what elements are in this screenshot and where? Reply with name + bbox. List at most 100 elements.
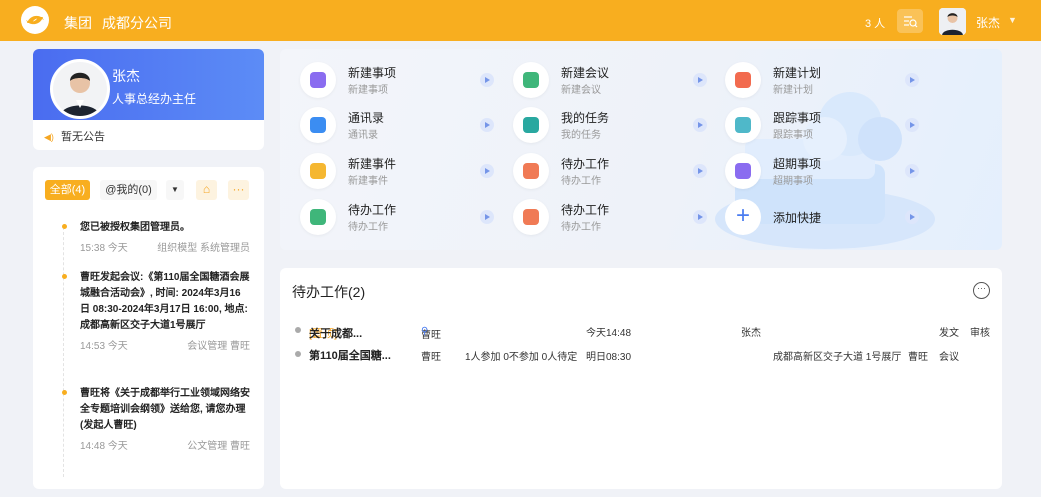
event-icon — [300, 153, 336, 189]
feed-item[interactable]: 曹旺发起会议:《第110届全国糖酒会展城融合活动会》, 时间: 2024年3月1… — [62, 270, 250, 352]
timeline-dot — [62, 274, 67, 279]
quick-item[interactable]: 新建计划 新建计划 — [725, 62, 925, 100]
quick-item[interactable]: 新建事项 新建事项 — [300, 62, 500, 100]
todo-row[interactable]: 第110届全国糖... 曹旺 1人参加 0不参加 0人待定 明日08:30 成都… — [280, 346, 1002, 363]
play-arrow-icon[interactable] — [905, 118, 919, 132]
quick-item[interactable]: 待办工作 待办工作 — [513, 199, 713, 237]
row-time: 今天14:48 — [586, 328, 632, 339]
feed-settings-button[interactable]: ⌂ — [196, 180, 217, 200]
icon-tile — [735, 117, 751, 133]
play-arrow-icon[interactable] — [905, 210, 919, 224]
timeline-line — [63, 227, 64, 477]
quick-item[interactable]: 待办工作 待办工作 — [513, 153, 713, 191]
play-arrow-icon[interactable] — [480, 210, 494, 224]
plus-icon: + — [725, 199, 761, 235]
play-arrow-icon[interactable] — [693, 73, 707, 87]
user-icon: ⚲ — [421, 326, 429, 337]
feed-item-source: 组织模型 系统管理员 — [157, 243, 250, 254]
quick-item[interactable]: 新建事件 新建事件 — [300, 153, 500, 191]
todo-icon — [513, 153, 549, 189]
todo-icon — [300, 199, 336, 235]
chevron-down-icon[interactable]: ▼ — [1008, 15, 1017, 25]
todo-panel: 待办工作(2) ··· [置顶] 关于成都... 曹旺 ⚲ 今天14:48 张杰… — [280, 268, 1002, 489]
quick-label: 通讯录 — [348, 111, 385, 125]
timeline-dot — [62, 390, 67, 395]
play-arrow-icon[interactable] — [480, 118, 494, 132]
user-avatar[interactable] — [939, 8, 966, 35]
row-location: 成都高新区交子大道 1号展厅 — [773, 352, 902, 363]
row-action: 审核 — [970, 328, 990, 339]
quick-item[interactable]: 我的任务 我的任务 — [513, 107, 713, 145]
play-arrow-icon[interactable] — [480, 73, 494, 87]
feed-item-source: 会议管理 曹旺 — [187, 341, 250, 352]
task-icon — [513, 107, 549, 143]
quick-sub: 待办工作 — [561, 222, 601, 233]
more-icon: ··· — [232, 182, 245, 196]
icon-tile — [523, 117, 539, 133]
announcement[interactable]: ◀) 暂无公告 — [44, 128, 105, 144]
icon-tile — [310, 163, 326, 179]
todo-row-title[interactable]: 第110届全国糖... — [309, 347, 391, 363]
add-shortcut-item[interactable]: + 添加快捷 — [725, 199, 925, 237]
quick-label: 新建事件 — [348, 157, 397, 171]
feed-item-time: 14:48 今天 — [80, 441, 128, 452]
row-type: 发文 — [939, 328, 959, 339]
quick-item[interactable]: 待办工作 待办工作 — [300, 199, 500, 237]
todo-title: 待办工作(2) — [292, 284, 366, 300]
quick-label: 待办工作 — [348, 203, 397, 217]
icon-tile — [735, 163, 751, 179]
brand-label[interactable]: 集团 — [64, 13, 92, 33]
play-arrow-icon[interactable] — [693, 164, 707, 178]
feed-item-time: 15:38 今天 — [80, 243, 128, 254]
play-arrow-icon[interactable] — [480, 164, 494, 178]
announcement-text: 暂无公告 — [60, 131, 105, 143]
row-time: 明日08:30 — [586, 352, 632, 363]
feed-item[interactable]: 您已被授权集团管理员。 15:38 今天 组织模型 系统管理员 — [62, 220, 250, 254]
feed-item-time: 14:53 今天 — [80, 341, 128, 352]
timeline-dot — [62, 224, 67, 229]
caret-down-icon: ▼ — [171, 185, 179, 194]
quick-actions-panel: 新建事项 新建事项 新建会议 新建会议 新建计划 新建计划 通讯录 通讯录 我的… — [280, 49, 1002, 250]
search-button[interactable] — [897, 9, 923, 33]
row-bullet — [295, 351, 301, 357]
row-title-text: 关于成都... — [309, 328, 363, 340]
play-arrow-icon[interactable] — [905, 164, 919, 178]
contacts-icon — [300, 107, 336, 143]
todo-row[interactable]: [置顶] 关于成都... 曹旺 ⚲ 今天14:48 张杰 发文 审核 — [280, 322, 1002, 341]
profile-avatar[interactable] — [50, 59, 110, 119]
quick-label: 跟踪事项 — [773, 111, 822, 125]
quick-item[interactable]: 跟踪事项 跟踪事项 — [725, 107, 925, 145]
quick-sub: 待办工作 — [348, 222, 388, 233]
play-arrow-icon[interactable] — [905, 73, 919, 87]
icon-tile — [735, 72, 751, 88]
online-count[interactable]: 3 人 — [865, 15, 885, 31]
icon-tile — [310, 117, 326, 133]
quick-sub: 新建事件 — [348, 176, 388, 187]
quick-label: 待办工作 — [561, 203, 610, 217]
quick-item[interactable]: 超期事项 超期事项 — [725, 153, 925, 191]
feed-more-button[interactable]: ··· — [228, 180, 249, 200]
more-icon[interactable]: ··· — [973, 282, 990, 299]
filter-dropdown-button[interactable]: ▼ — [166, 180, 184, 200]
quick-sub: 跟踪事项 — [773, 130, 813, 141]
row-bullet — [295, 327, 301, 333]
feed-item-text[interactable]: 曹旺发起会议:《第110届全国糖酒会展城融合活动会》, 时间: 2024年3月1… — [80, 270, 250, 334]
feed-item-text[interactable]: 您已被授权集团管理员。 — [80, 220, 250, 236]
quick-sub: 新建事项 — [348, 85, 388, 96]
play-arrow-icon[interactable] — [693, 118, 707, 132]
profile-card: 张杰 人事总经办主任 ◀) 暂无公告 — [33, 49, 264, 150]
quick-sub: 超期事项 — [773, 176, 813, 187]
user-name[interactable]: 张杰 — [976, 14, 1000, 31]
company-name[interactable]: 成都分公司 — [102, 13, 172, 33]
feed-item-text[interactable]: 曹旺将《关于成都举行工业领域网络安全专题培训会纲领》送给您, 请您办理(发起人曹… — [80, 386, 250, 434]
quick-item[interactable]: 新建会议 新建会议 — [513, 62, 713, 100]
filter-all-button[interactable]: 全部(4) — [45, 180, 90, 200]
quick-item[interactable]: 通讯录 通讯录 — [300, 107, 500, 145]
quick-label: 新建会议 — [561, 66, 610, 80]
play-arrow-icon[interactable] — [693, 210, 707, 224]
icon-tile — [523, 163, 539, 179]
filter-mine-button[interactable]: @我的(0) — [100, 180, 157, 200]
company-logo[interactable] — [18, 5, 52, 35]
feed-item[interactable]: 曹旺将《关于成都举行工业领域网络安全专题培训会纲领》送给您, 请您办理(发起人曹… — [62, 386, 250, 452]
activity-feed: 全部(4) @我的(0) ▼ ⌂ ··· 您已被授权集团管理员。 15:38 今… — [33, 167, 264, 489]
